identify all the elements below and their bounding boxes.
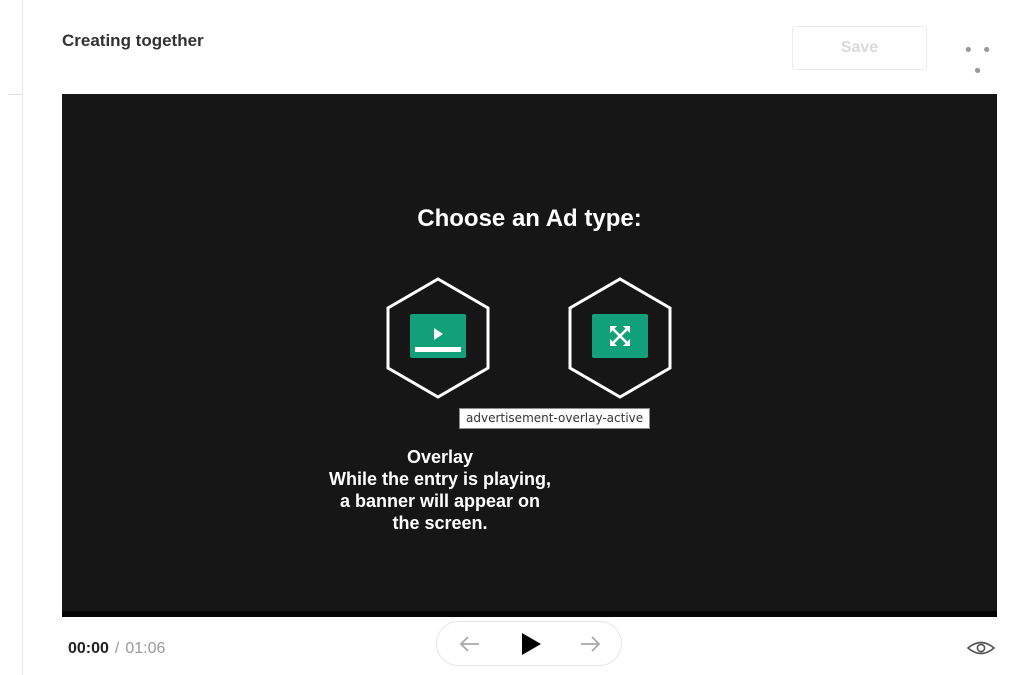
eye-icon: [966, 641, 996, 655]
description-title: Overlay: [406, 447, 474, 467]
arrow-right-icon: [581, 636, 601, 652]
fullscreen-ad-icon: [592, 314, 648, 358]
left-divider-tick: [8, 94, 22, 95]
overlay-ad-option[interactable]: [383, 276, 493, 400]
preview-button[interactable]: [964, 636, 998, 660]
play-icon: [522, 633, 541, 655]
player-progress-track[interactable]: [62, 611, 997, 617]
next-button[interactable]: [565, 622, 615, 665]
previous-button[interactable]: [445, 622, 495, 665]
save-button[interactable]: Save: [792, 26, 927, 70]
more-dots-icon: • • •: [963, 40, 993, 82]
left-divider: [22, 0, 23, 675]
fullscreen-ad-option[interactable]: [565, 276, 675, 400]
more-options-button[interactable]: • • •: [958, 40, 998, 82]
current-time: 00:00: [68, 640, 109, 657]
playback-controls: [436, 621, 622, 666]
playback-time: 00:00 / 01:06: [68, 640, 165, 658]
overlay-ad-icon: [410, 314, 466, 358]
play-button[interactable]: [505, 622, 555, 665]
time-separator: /: [114, 640, 120, 657]
description-line: the screen.: [392, 513, 488, 533]
arrow-left-icon: [459, 636, 479, 652]
page-title: Creating together: [62, 31, 204, 50]
tooltip: advertisement-overlay-active: [459, 408, 651, 429]
description-line: a banner will appear on: [339, 491, 541, 511]
description-line: While the entry is playing,: [328, 469, 552, 489]
duration: 01:06: [125, 640, 166, 657]
ad-type-description: Overlay While the entry is playing, a ba…: [280, 446, 600, 534]
ad-type-prompt: Choose an Ad type:: [417, 205, 642, 232]
video-player: Choose an Ad type: advertisement-overlay…: [62, 94, 997, 611]
